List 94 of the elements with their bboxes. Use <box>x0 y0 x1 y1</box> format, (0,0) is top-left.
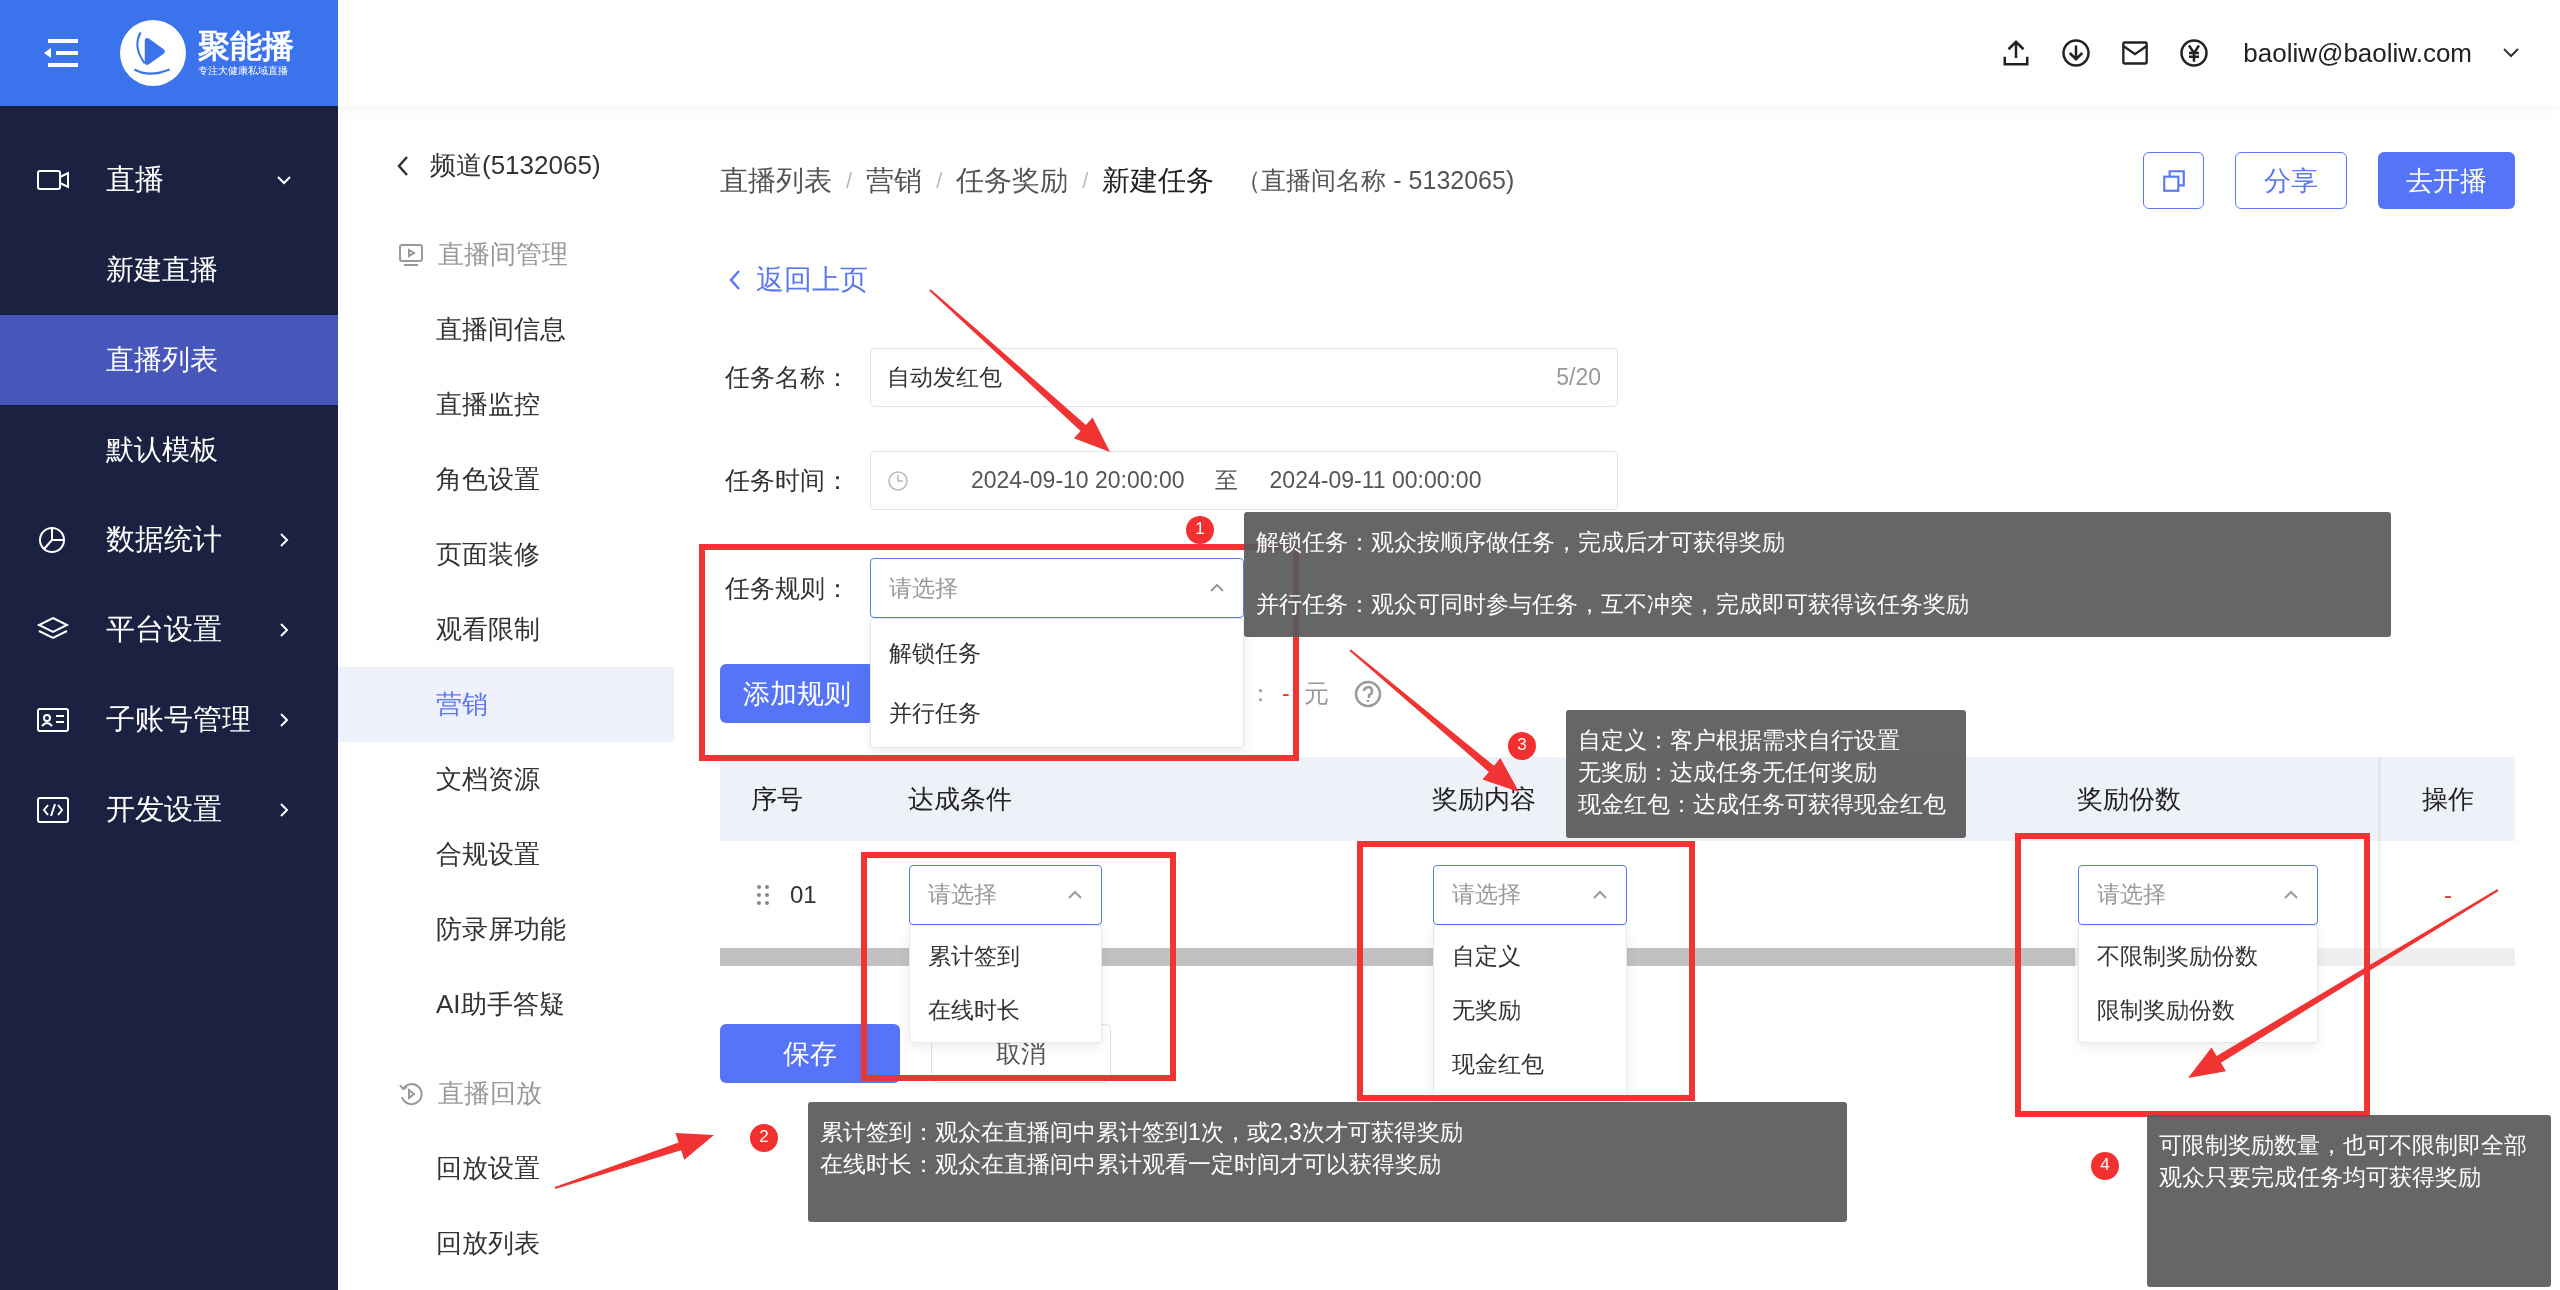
nav-item[interactable]: 平台设置 <box>0 585 338 675</box>
menu-item[interactable]: 防录屏功能 <box>338 892 674 967</box>
note-text: 解锁任务：观众按顺序做任务，完成后才可获得奖励 <box>1256 528 1786 557</box>
step-badge: 2 <box>750 1124 778 1152</box>
play-logo-icon <box>120 20 186 86</box>
code-icon <box>36 795 70 825</box>
row-number: 01 <box>790 880 817 909</box>
breadcrumb-item[interactable]: 任务奖励 <box>956 161 1069 200</box>
upload-icon[interactable] <box>2001 38 2032 68</box>
clock-icon <box>887 469 909 492</box>
nav-subitem[interactable]: 直播列表 <box>0 315 338 405</box>
note-text: 无奖励：达成任务无任何奖励 <box>1578 758 1878 787</box>
field-label: 任务规则： <box>724 572 851 604</box>
note-text: 现金红包：达成任务可获得现金红包 <box>1578 790 1947 819</box>
menu-item[interactable]: 文档资源 <box>338 742 674 817</box>
dropdown-option[interactable]: 限制奖励份数 <box>2079 983 2317 1038</box>
menu-item[interactable]: 角色设置 <box>338 442 674 517</box>
nav-subitem[interactable]: 默认模板 <box>0 405 338 495</box>
brand-slogan: 专注大健康私域直播 <box>198 64 289 78</box>
nav-item[interactable]: 子账号管理 <box>0 675 338 765</box>
help-icon[interactable] <box>1352 678 1383 709</box>
menu-item[interactable]: 观看限制 <box>338 592 674 667</box>
channel-title: 频道(5132065) <box>430 149 601 182</box>
dropdown-option[interactable]: 无奖励 <box>1434 983 1626 1038</box>
step-badge: 4 <box>2091 1152 2119 1180</box>
breadcrumb-separator: / <box>1082 167 1089 194</box>
chevron-down-icon[interactable] <box>2502 47 2520 59</box>
field-label: ： <box>1249 679 1272 708</box>
menu-item[interactable]: 回放列表 <box>338 1206 674 1281</box>
back-link[interactable]: 返回上页 <box>756 261 868 299</box>
dropdown-option[interactable]: 并行任务 <box>871 683 1243 743</box>
menu-item[interactable]: 回放设置 <box>338 1131 674 1206</box>
column-header: 奖励内容 <box>1431 782 1536 816</box>
yen-icon[interactable] <box>2179 38 2210 68</box>
copy-button[interactable] <box>2143 152 2204 209</box>
menu-item[interactable]: AI助手答疑 <box>338 967 674 1042</box>
copy-icon <box>2160 167 2187 194</box>
breadcrumb-separator: / <box>846 167 853 194</box>
dropdown-option[interactable]: 不限制奖励份数 <box>2079 929 2317 984</box>
column-header: 达成条件 <box>907 782 1012 816</box>
field-label: 任务时间： <box>724 465 851 496</box>
step-badge: 3 <box>1508 732 1536 760</box>
column-header: 序号 <box>750 782 803 816</box>
column-header: 奖励份数 <box>2076 782 2181 816</box>
note-text: 在线时长：观众在直播间中累计观看一定时间才可以获得奖励 <box>820 1150 1442 1179</box>
menu-icon[interactable] <box>44 38 80 68</box>
caret-icon <box>2283 889 2299 900</box>
group-title: 直播间管理 <box>438 238 568 271</box>
replay-icon <box>398 1080 424 1107</box>
note-text: 观众只要完成任务均可获得奖励 <box>2159 1163 2482 1192</box>
note-text: 可限制奖励数量，也可不限制即全部 <box>2159 1131 2528 1160</box>
dropdown-option[interactable]: 自定义 <box>1434 929 1626 984</box>
nav-item[interactable]: 开发设置 <box>0 765 338 855</box>
task-name-input[interactable]: 自动发红包 5/20 <box>870 348 1618 407</box>
row-action: - <box>2444 881 2452 908</box>
breadcrumb-item[interactable]: 直播列表 <box>720 161 832 200</box>
nav-item[interactable]: 直播 <box>0 135 338 225</box>
dropdown-option[interactable]: 累计签到 <box>910 929 1101 984</box>
breadcrumb-separator: / <box>936 167 943 194</box>
unit-label: 元 <box>1303 678 1329 709</box>
caret-icon <box>1592 889 1608 900</box>
breadcrumb-item[interactable]: 营销 <box>866 161 923 200</box>
nav-subitem[interactable]: 新建直播 <box>0 225 338 315</box>
date-range-input[interactable]: 2024-09-10 20:00:00 至 2024-09-11 00:00:00 <box>870 451 1618 510</box>
id-card-icon <box>36 705 70 735</box>
field-label: 任务名称： <box>724 362 851 393</box>
caret-icon <box>1067 889 1083 900</box>
play-screen-icon <box>398 241 424 268</box>
dropdown-option[interactable]: 解锁任务 <box>871 623 1243 683</box>
brand-name: 聚能播 <box>198 28 294 64</box>
nav-item[interactable]: 数据统计 <box>0 495 338 585</box>
note-text: 并行任务：观众可同时参与任务，互不冲突，完成即可获得该任务奖励 <box>1256 590 1970 619</box>
share-button[interactable]: 分享 <box>2235 152 2347 209</box>
column-header: 操作 <box>2378 757 2515 841</box>
caret-icon <box>1209 583 1225 593</box>
menu-item[interactable]: 直播间信息 <box>338 292 674 367</box>
download-icon[interactable] <box>2061 38 2092 68</box>
note-text: 自定义：客户根据需求自行设置 <box>1578 726 1901 755</box>
chevron-left-icon[interactable] <box>396 154 410 177</box>
go-live-button[interactable]: 去开播 <box>2378 152 2515 209</box>
menu-item[interactable]: 直播监控 <box>338 367 674 442</box>
group-title: 直播回放 <box>438 1077 542 1110</box>
note-text: 累计签到：观众在直播间中累计签到1次，或2,3次才可获得奖励 <box>820 1118 1464 1147</box>
menu-item[interactable]: 页面装修 <box>338 517 674 592</box>
menu-item[interactable]: 合规设置 <box>338 817 674 892</box>
breadcrumb-item: 新建任务 <box>1102 163 1215 198</box>
room-name-note: （直播间名称 - 5132065) <box>1236 165 1515 196</box>
amount-value: - <box>1282 680 1290 707</box>
step-badge: 1 <box>1186 516 1214 544</box>
user-email[interactable]: baoliw@baoliw.com <box>2243 37 2472 69</box>
mail-icon[interactable] <box>2121 40 2150 66</box>
drag-handle-icon[interactable] <box>756 883 770 906</box>
dropdown-option[interactable]: 现金红包 <box>1434 1037 1626 1092</box>
save-button[interactable]: 保存 <box>720 1024 900 1083</box>
